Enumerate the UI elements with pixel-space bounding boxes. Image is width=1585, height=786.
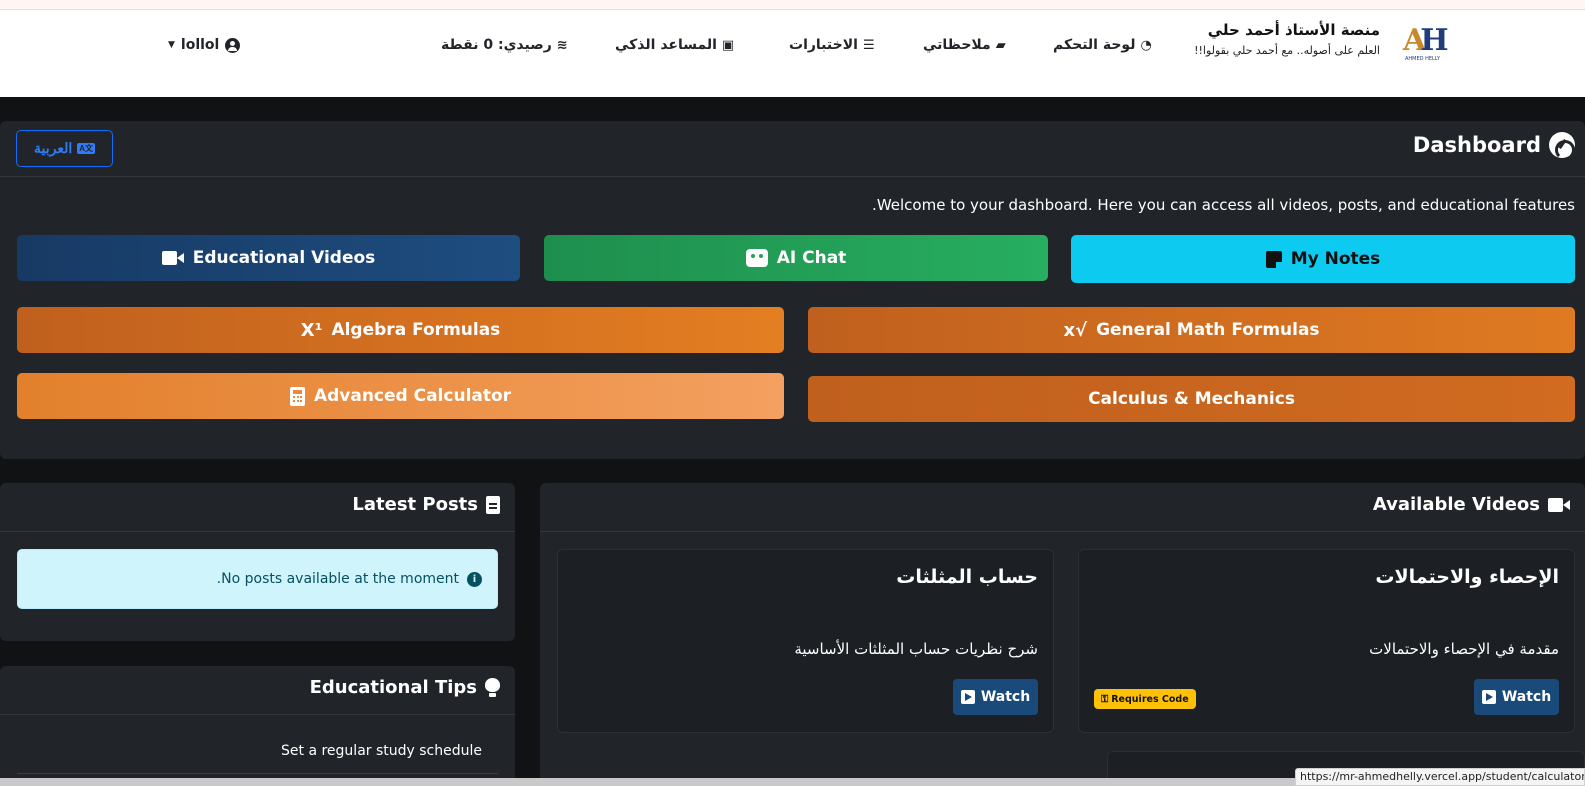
- video-description: مقدمة في الإحصاء والاحتمالات: [1369, 640, 1559, 658]
- logo-caption: AHMED HELLY: [1405, 56, 1440, 62]
- video-camera-icon: [1548, 497, 1570, 512]
- advanced-calculator-button[interactable]: Advanced Calculator: [17, 373, 784, 419]
- document-icon: [486, 495, 500, 514]
- user-circle-icon: [225, 37, 241, 53]
- ai-chat-button[interactable]: AI Chat: [544, 235, 1048, 281]
- educational-videos-label: Educational Videos: [192, 248, 376, 268]
- tip-item: Set a regular study schedule: [281, 743, 482, 759]
- play-icon: [1481, 690, 1496, 704]
- coins-icon: ≋: [556, 37, 568, 53]
- sticky-note-icon: ▰: [995, 37, 1006, 53]
- robot-icon: ▣: [721, 37, 735, 53]
- nav-balance-label: رصيدي: 0 نقطة: [441, 37, 552, 53]
- sticky-note-icon: [1265, 250, 1282, 268]
- logo[interactable]: AH AHMED HELLY: [1403, 26, 1449, 66]
- horizontal-scrollbar[interactable]: [0, 778, 1295, 786]
- navbar-spacer: [0, 80, 1585, 97]
- video-camera-icon: [161, 251, 184, 265]
- dashboard-title: Dashboard: [1412, 132, 1575, 160]
- caret-down-icon: ▼: [168, 40, 175, 50]
- nav-balance[interactable]: ≋ رصيدي: 0 نقطة: [441, 34, 568, 56]
- dashboard-title-text: Dashboard: [1412, 133, 1541, 157]
- nav-dashboard-label: لوحة التحكم: [1053, 37, 1136, 53]
- lightbulb-icon: [485, 677, 500, 698]
- educational-tips-panel: Educational Tips Set a regular study sch…: [0, 666, 515, 786]
- nav-exams-label: الاختبارات: [789, 37, 858, 53]
- calculus-mechanics-button[interactable]: Calculus & Mechanics: [808, 376, 1575, 422]
- dashboard-header: Dashboard A文 العربية: [0, 121, 1585, 177]
- key-icon: ⚿: [1101, 693, 1109, 705]
- video-card: حساب المثلثات شرح نظريات حساب المثلثات ا…: [557, 549, 1054, 733]
- nav-ai-assistant[interactable]: ▣ المساعد الذكي: [615, 34, 734, 56]
- welcome-text: Welcome to your dashboard. Here you can …: [872, 196, 1575, 214]
- superscript-icon: X¹: [300, 319, 323, 341]
- algebra-formulas-button[interactable]: Algebra Formulas X¹: [17, 307, 784, 353]
- latest-posts-header: Latest Posts: [0, 483, 515, 532]
- latest-posts-panel: Latest Posts i No posts available at the…: [0, 483, 515, 641]
- gauge-icon: ◔: [1140, 37, 1152, 53]
- nav-my-notes-label: ملاحظاتي: [923, 37, 991, 53]
- robot-icon: [745, 249, 768, 267]
- watch-button[interactable]: Watch: [1474, 679, 1559, 715]
- calculus-mechanics-label: Calculus & Mechanics: [1088, 389, 1295, 409]
- play-icon: [960, 690, 975, 704]
- watch-button[interactable]: Watch: [953, 679, 1038, 715]
- available-videos-header: Available Videos: [540, 483, 1585, 532]
- educational-videos-button[interactable]: Educational Videos: [17, 235, 520, 281]
- user-name: lollol: [180, 37, 220, 53]
- requires-code-label: Requires Code: [1111, 693, 1189, 705]
- brand[interactable]: منصة الأستاذ أحمد حلي العلم على أصوله.. …: [1194, 21, 1380, 57]
- brand-title: منصة الأستاذ أحمد حلي: [1207, 21, 1380, 39]
- watch-label: Watch: [1501, 689, 1552, 705]
- ai-chat-label: AI Chat: [776, 248, 847, 268]
- video-title: حساب المثلثات: [896, 566, 1038, 588]
- calculator-icon: [289, 386, 305, 406]
- navbar: AH AHMED HELLY منصة الأستاذ أحمد حلي الع…: [0, 10, 1585, 80]
- square-root-icon: √x: [1063, 319, 1088, 341]
- educational-tips-title-text: Educational Tips: [309, 677, 477, 698]
- brand-subtitle: العلم على أصوله.. مع أحمد حلي بقولوا!!: [1194, 44, 1380, 57]
- no-posts-message: No posts available at the moment.: [216, 571, 459, 587]
- algebra-formulas-label: Algebra Formulas: [331, 320, 501, 340]
- nav-exams[interactable]: ☰ الاختبارات: [789, 34, 875, 56]
- video-description: شرح نظريات حساب المثلثات الأساسية: [794, 640, 1038, 658]
- gauge-icon: [1549, 132, 1575, 160]
- tip-divider: [17, 773, 498, 774]
- my-notes-button[interactable]: My Notes: [1071, 235, 1575, 283]
- nav-dashboard[interactable]: ◔ لوحة التحكم: [1053, 34, 1152, 56]
- status-bar-url: https://mr-ahmedhelly.vercel.app/student…: [1295, 768, 1585, 786]
- info-circle-icon: i: [467, 571, 482, 587]
- latest-posts-title-text: Latest Posts: [352, 494, 478, 515]
- requires-code-badge: Requires Code ⚿: [1094, 689, 1196, 709]
- no-posts-alert: i No posts available at the moment.: [17, 549, 498, 609]
- user-menu[interactable]: ▼ lollol: [168, 34, 241, 56]
- language-toggle-label: العربية: [33, 140, 73, 156]
- top-strip: [0, 0, 1585, 10]
- advanced-calculator-label: Advanced Calculator: [313, 386, 512, 406]
- educational-tips-header: Educational Tips: [0, 666, 515, 715]
- available-videos-title-text: Available Videos: [1372, 494, 1540, 515]
- video-card: الإحصاء والاحتمالات مقدمة في الإحصاء وال…: [1078, 549, 1575, 733]
- available-videos-title: Available Videos: [1373, 494, 1570, 515]
- watch-label: Watch: [980, 689, 1031, 705]
- general-math-formulas-button[interactable]: General Math Formulas √x: [808, 307, 1575, 353]
- educational-tips-title: Educational Tips: [310, 677, 500, 698]
- general-math-formulas-label: General Math Formulas: [1096, 320, 1320, 340]
- language-toggle-button[interactable]: A文 العربية: [16, 130, 113, 167]
- dashboard-card: Dashboard A文 العربية Welcome to your das…: [0, 121, 1585, 459]
- nav-my-notes[interactable]: ▰ ملاحظاتي: [923, 34, 1006, 56]
- nav-ai-assistant-label: المساعد الذكي: [615, 37, 717, 53]
- latest-posts-title: Latest Posts: [352, 494, 500, 515]
- video-title: الإحصاء والاحتمالات: [1375, 566, 1559, 588]
- available-videos-panel: Available Videos الإحصاء والاحتمالات مقد…: [540, 483, 1585, 786]
- language-icon: A文: [77, 143, 96, 154]
- list-check-icon: ☰: [862, 37, 875, 53]
- my-notes-label: My Notes: [1290, 249, 1381, 269]
